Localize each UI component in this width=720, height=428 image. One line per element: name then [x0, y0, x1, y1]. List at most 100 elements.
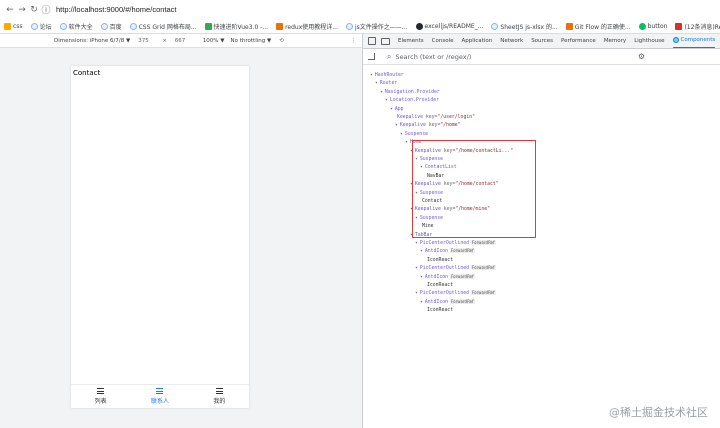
devtools-tab-performance[interactable]: Performance	[561, 38, 596, 44]
expand-arrow-icon[interactable]: ▾	[415, 291, 418, 296]
tree-node[interactable]: ▾ PicCenterOutlined ForwardRef	[415, 265, 496, 273]
bookmark-label: redux使用教程详...	[285, 23, 338, 31]
expand-arrow-icon[interactable]: ▾	[415, 157, 418, 162]
tree-node[interactable]: ▾ Keepalive key="/home"	[395, 122, 461, 130]
tree-node[interactable]: IconReact	[425, 282, 453, 290]
select-component-icon[interactable]	[368, 53, 375, 60]
tree-node[interactable]: IconReact	[425, 307, 453, 315]
bookmark-item[interactable]: redux使用教程详...	[276, 22, 338, 31]
expand-arrow-icon[interactable]: ▾	[415, 216, 418, 221]
expand-arrow-icon[interactable]: ▾	[375, 81, 378, 86]
expand-arrow-icon[interactable]: ▾	[380, 90, 383, 95]
bookmark-item[interactable]: SheetJS js-xlsx 的...	[491, 22, 558, 31]
prop-key: key=	[428, 123, 441, 129]
expand-arrow-icon[interactable]: ▾	[410, 182, 413, 187]
expand-arrow-icon[interactable]: ▾	[415, 241, 418, 246]
prop-key: key=	[425, 115, 438, 120]
expand-arrow-icon[interactable]: ▾	[410, 207, 413, 212]
tree-node[interactable]: ▾ PicCenterOutlined ForwardRef	[415, 240, 496, 248]
tree-node[interactable]: ▾ Home	[405, 139, 421, 147]
rotate-icon[interactable]: ⟲	[279, 38, 284, 44]
tree-node[interactable]: ▾ Keepalive key="/home/mine"	[410, 206, 490, 214]
tree-node[interactable]: ▾ Navigation.Provider	[380, 89, 440, 97]
tree-node[interactable]: Contact	[420, 198, 442, 206]
tree-node[interactable]: ▾ Suspense	[415, 190, 443, 198]
devtools-tab-sources[interactable]: Sources	[531, 38, 553, 44]
tree-node[interactable]: ▾ Keepalive key="/home/contact"	[410, 181, 499, 189]
tree-node[interactable]: ▾ Suspense	[400, 131, 428, 139]
tree-node[interactable]: Mine	[420, 223, 434, 231]
bookmark-item[interactable]: 论坛	[30, 22, 52, 31]
tab-list[interactable]: 列表	[71, 385, 130, 408]
expand-arrow-icon[interactable]: ▾	[400, 132, 403, 137]
expand-arrow-icon[interactable]: ▾	[415, 266, 418, 271]
devtools-tab-elements[interactable]: Elements	[398, 38, 424, 44]
devtools-tab-memory[interactable]: Memory	[604, 38, 626, 44]
devtools-tab-network[interactable]: Network	[500, 38, 523, 44]
tab-mine[interactable]: 我的	[190, 385, 249, 408]
more-options-icon[interactable]: ⋮	[351, 38, 357, 44]
tab-contacts[interactable]: 联系人	[130, 385, 189, 408]
bookmark-item[interactable]: css	[4, 22, 23, 30]
expand-arrow-icon[interactable]: ▾	[410, 233, 413, 238]
inspect-element-icon[interactable]	[368, 37, 376, 45]
device-height-input[interactable]: 667	[175, 38, 193, 44]
devtools-tab-lighthouse[interactable]: Lighthouse	[634, 38, 664, 44]
tree-node[interactable]: IconReact	[425, 257, 453, 265]
expand-arrow-icon[interactable]: ▾	[395, 123, 398, 128]
device-toggle-icon[interactable]	[381, 37, 390, 45]
expand-arrow-icon[interactable]: ▾	[390, 107, 393, 112]
expand-arrow-icon[interactable]: ▾	[420, 275, 423, 280]
bookmark-item[interactable]: CSS Grid 网格布局...	[129, 22, 197, 31]
expand-arrow-icon[interactable]: ▾	[385, 98, 388, 103]
back-icon[interactable]: ←	[4, 4, 16, 16]
bookmark-label: js文件操作之——...	[355, 23, 408, 31]
device-width-input[interactable]: 375	[138, 38, 156, 44]
expand-arrow-icon[interactable]: ▾	[405, 140, 408, 145]
bookmark-item[interactable]: 百度	[100, 22, 122, 31]
bookmark-item[interactable]: button	[638, 22, 667, 30]
expand-arrow-icon[interactable]: ▾	[420, 300, 423, 305]
devtools-tab-application[interactable]: Application	[461, 38, 492, 44]
tree-node[interactable]: ▾ AntdIcon ForwardRef	[420, 248, 475, 256]
bookmark-item[interactable]: excel|js/README_...	[415, 22, 483, 30]
url-text[interactable]: http://localhost:9000/#/home/contact	[56, 5, 177, 14]
folder-icon	[4, 22, 11, 30]
bookmark-item[interactable]: (12条消息)React16...	[675, 22, 720, 31]
component-name: Suspense	[419, 215, 443, 221]
tree-node[interactable]: NavBar	[425, 173, 444, 181]
forward-icon[interactable]: →	[16, 4, 28, 16]
tree-node[interactable]: ▾ TabBar	[410, 232, 432, 240]
tree-node[interactable]: ▾ HashRouter	[370, 72, 404, 80]
bookmark-item[interactable]: js文件操作之——...	[346, 22, 408, 31]
bookmark-item[interactable]: 软件大全	[59, 22, 93, 31]
devtools-tab-components[interactable]: Components	[672, 34, 716, 48]
info-icon[interactable]: ⓘ	[40, 4, 52, 16]
devtools-tab-console[interactable]: Console	[432, 38, 454, 44]
tree-node[interactable]: Keepalive key="/user/login"	[395, 114, 475, 122]
device-dimensions-select[interactable]: Dimensions: iPhone 6/7/8 ▼	[54, 38, 130, 44]
component-name: Navigation.Provider	[384, 89, 440, 95]
zoom-select[interactable]: 100% ▼	[203, 38, 225, 44]
reload-icon[interactable]: ↻	[28, 4, 40, 16]
bookmark-item[interactable]: Git Flow 的正确使...	[565, 22, 631, 31]
expand-arrow-icon[interactable]: ▾	[410, 149, 413, 154]
tree-node[interactable]: ▾ Location.Provider	[385, 97, 439, 105]
tree-node[interactable]: ▾ ContactList	[420, 164, 457, 172]
tree-node[interactable]: ▾ AntdIcon ForwardRef	[420, 273, 475, 282]
throttle-select[interactable]: No throttling ▼	[231, 38, 272, 44]
expand-arrow-icon[interactable]: ▾	[420, 249, 423, 254]
tree-node[interactable]: ▾ AntdIcon ForwardRef	[420, 298, 475, 307]
bookmark-item[interactable]: 快速进阶Vue3.0 -...	[204, 22, 268, 31]
expand-arrow-icon[interactable]: ▾	[415, 191, 418, 196]
gear-icon[interactable]: ⚙	[638, 52, 645, 61]
tree-node[interactable]: ▾ PicCenterOutlined ForwardRef	[415, 290, 496, 298]
expand-arrow-icon[interactable]: ▾	[370, 73, 373, 78]
expand-arrow-icon[interactable]: ▾	[420, 165, 423, 170]
component-search-input[interactable]	[395, 52, 576, 61]
tree-node[interactable]: ▾ Keepalive key="/home/contactLi..."	[410, 148, 513, 156]
tree-node[interactable]: ▾ Suspense	[415, 215, 443, 223]
tree-node[interactable]: ▾ Suspense	[415, 156, 443, 164]
tree-node[interactable]: ▾ Router	[375, 80, 397, 88]
tree-node[interactable]: ▾ App	[390, 106, 404, 114]
